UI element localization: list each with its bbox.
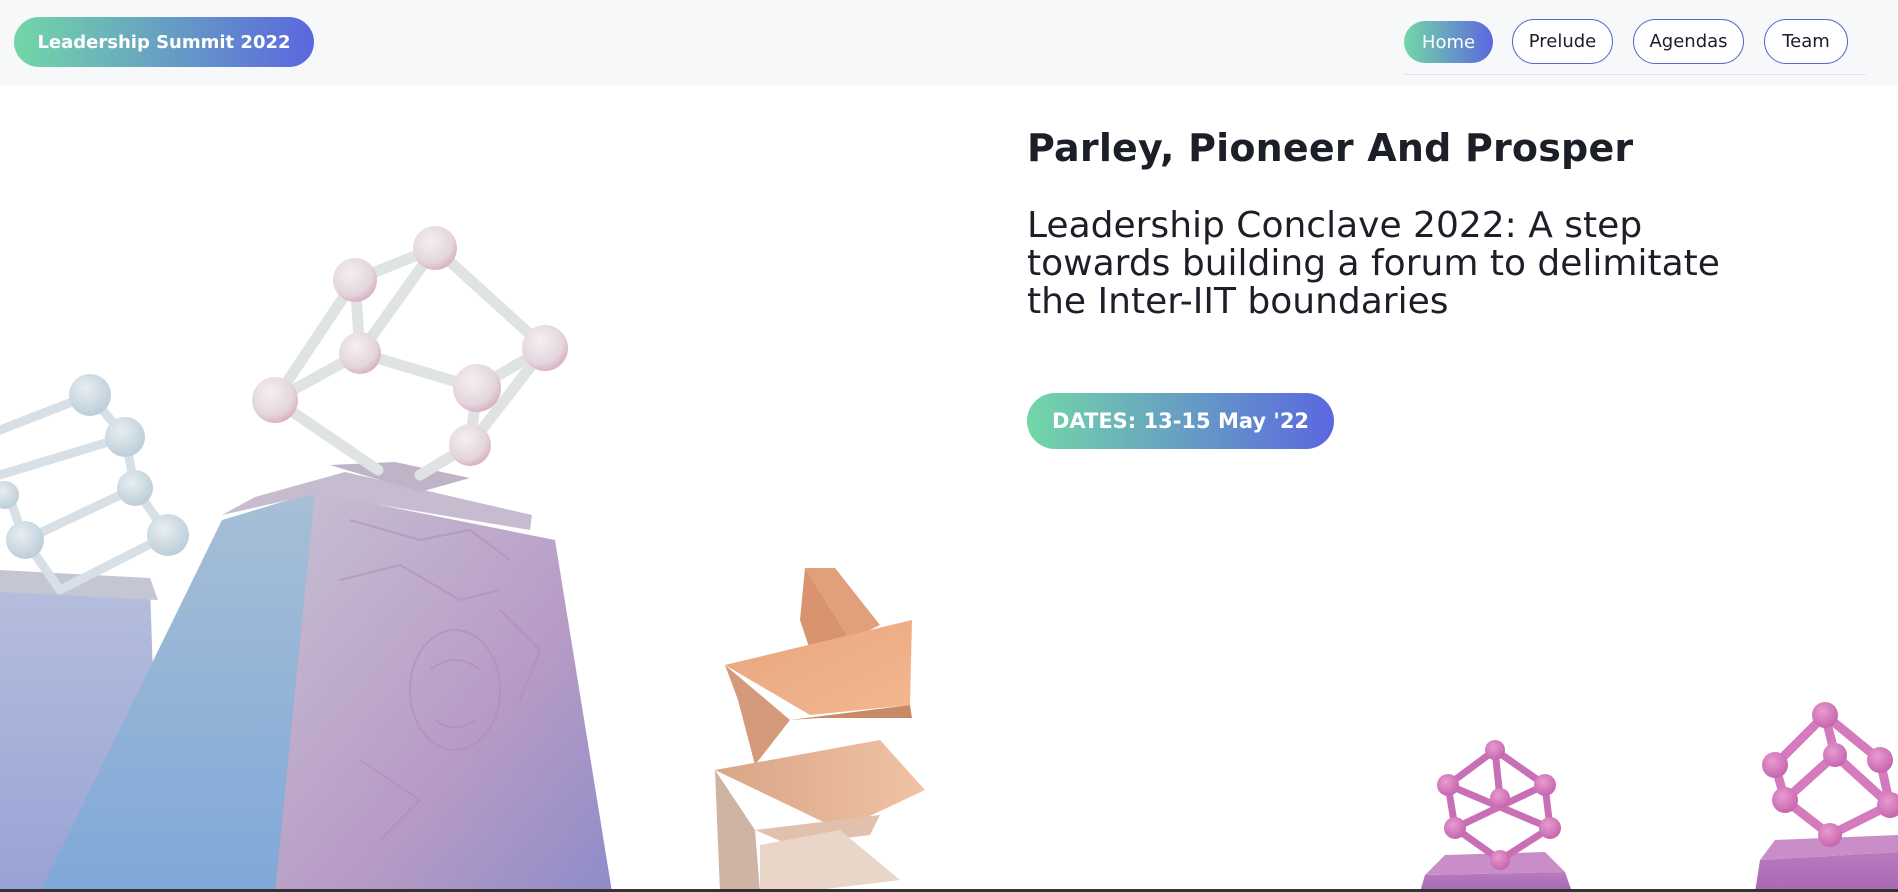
nav-team-button[interactable]: Team	[1764, 19, 1848, 64]
dates-button[interactable]: DATES: 13-15 May '22	[1027, 393, 1334, 449]
hero-subheadline: Leadership Conclave 2022: A step towards…	[1027, 205, 1720, 322]
brand-button[interactable]: Leadership Summit 2022	[14, 17, 314, 67]
navbar: Leadership Summit 2022 Home Prelude Agen…	[0, 0, 1898, 85]
nav-prelude-button[interactable]: Prelude	[1512, 19, 1613, 64]
nav-agendas-button[interactable]: Agendas	[1633, 19, 1744, 64]
nav-home-button[interactable]: Home	[1404, 21, 1493, 63]
nav-links: Home Prelude Agendas Team	[1404, 19, 1866, 75]
hero-headline: Parley, Pioneer And Prosper	[1027, 126, 1634, 170]
